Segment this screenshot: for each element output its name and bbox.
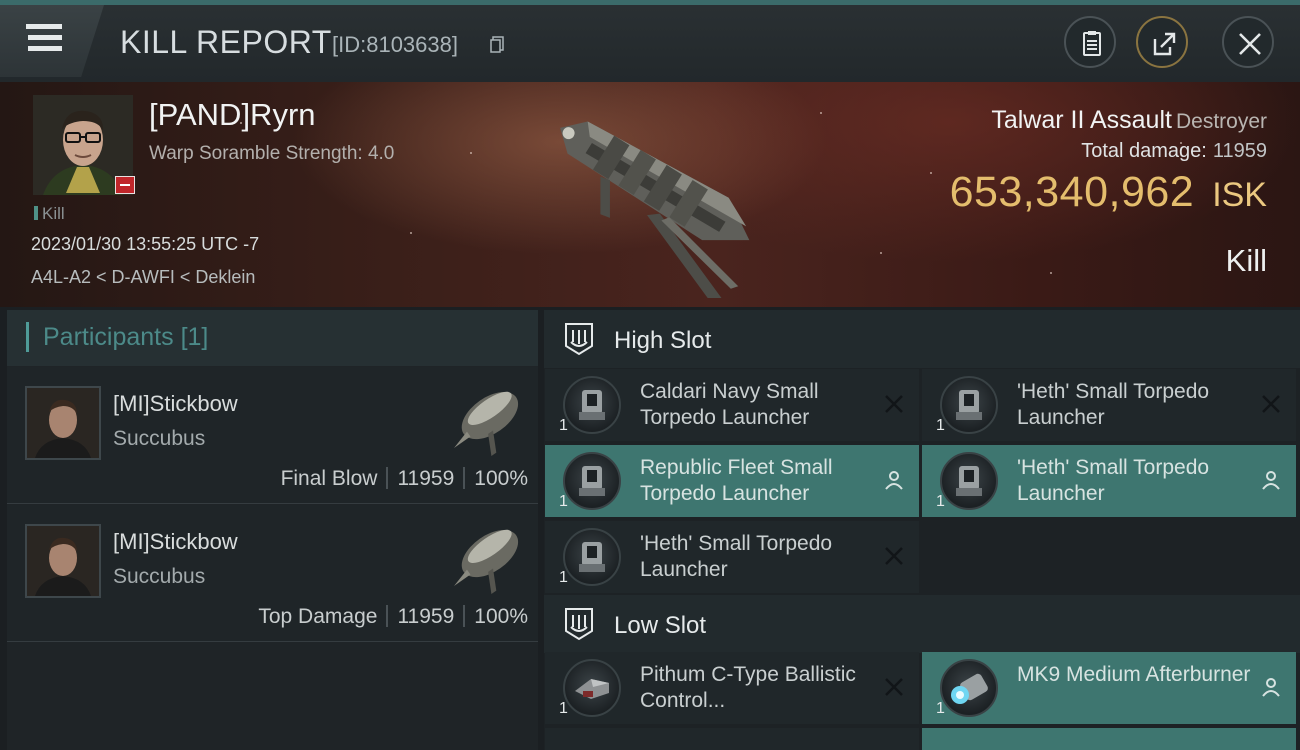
participant-name[interactable]: [MI]Stickbow: [113, 391, 238, 417]
page-title: KILL REPORT: [120, 24, 332, 60]
victim-ship-type[interactable]: Talwar II Assault Destroyer: [991, 106, 1267, 135]
isk-loss: 653,340,962 ISK: [950, 168, 1267, 217]
module-item[interactable]: 1 Caldari Navy Small Torpedo Launcher: [545, 369, 919, 441]
total-damage: Total damage: 11959: [1081, 140, 1267, 163]
module-name: MK9 Medium Afterburner: [1017, 663, 1251, 686]
total-damage-value: 11959: [1212, 140, 1267, 162]
kill-tag: Kill: [34, 204, 65, 224]
copy-icon[interactable]: [490, 36, 504, 53]
module-name: 'Heth' Small Torpedo Launcher: [1017, 456, 1210, 505]
torpedo-launcher-icon: [940, 452, 998, 510]
low-slot-icon: [565, 608, 593, 641]
destroyed-icon: [885, 395, 903, 413]
module-name: 'Heth' Small Torpedo Launcher: [640, 532, 833, 581]
module-name: Pithum C-Type Ballistic Control...: [640, 663, 856, 712]
ballistic-control-icon: [563, 659, 621, 717]
share-button[interactable]: [1136, 16, 1188, 68]
participant-ship-image[interactable]: [439, 511, 531, 603]
module-name: Caldari Navy Small Torpedo Launcher: [640, 380, 819, 429]
total-damage-label: Total damage:: [1081, 140, 1207, 162]
victim-name[interactable]: [PAND]Ryrn: [149, 97, 316, 133]
divider: [386, 467, 389, 489]
module-item[interactable]: 1 'Heth' Small Torpedo Launcher: [922, 369, 1296, 441]
participant-row[interactable]: [MI]Stickbow Succubus Top Damage 11959 100…: [7, 505, 538, 642]
module-qty: 1: [936, 417, 945, 434]
participant-damage: 11959: [397, 605, 455, 628]
participants-count: [1]: [180, 323, 209, 351]
dropped-person-icon: [885, 471, 903, 490]
module-qty: 1: [559, 700, 568, 717]
module-item[interactable]: 1 MK9 Medium Afterburner: [922, 652, 1296, 724]
divider: [463, 605, 466, 627]
module-name: 'Heth' Small Torpedo Launcher: [1017, 380, 1210, 429]
participants-title[interactable]: Participants [1]: [26, 322, 208, 352]
participant-stats: Final Blow 11959 100%: [281, 467, 528, 491]
module-item[interactable]: 1 Republic Fleet Small Torpedo Launcher: [545, 445, 919, 517]
participant-avatar: [25, 524, 101, 598]
dropped-person-icon: [1262, 678, 1280, 697]
close-button[interactable]: [1222, 16, 1274, 68]
participant-role: Final Blow: [280, 467, 378, 490]
participant-name[interactable]: [MI]Stickbow: [113, 529, 238, 555]
isk-unit: ISK: [1212, 176, 1267, 214]
module-item[interactable]: 1 'Heth' Small Torpedo Launcher: [922, 445, 1296, 517]
participant-row[interactable]: [MI]Stickbow Succubus Final Blow 11959 100…: [7, 367, 538, 504]
participant-avatar: [25, 386, 101, 460]
torpedo-launcher-icon: [940, 376, 998, 434]
participant-ship: Succubus: [113, 565, 206, 588]
module-item-partial[interactable]: [922, 728, 1296, 750]
module-item[interactable]: 1 'Heth' Small Torpedo Launcher: [545, 521, 919, 593]
module-qty: 1: [936, 493, 945, 510]
participant-ship: Succubus: [113, 427, 206, 450]
victim-subtitle: Warp Soramble Strength: 4.0: [149, 143, 395, 164]
report-id: [ID:8103638]: [332, 32, 458, 57]
kill-datetime: 2023/01/30 13:55:25 UTC -7: [31, 234, 260, 254]
victim-ship-image[interactable]: [520, 88, 790, 298]
result-label: Kill: [1225, 243, 1267, 278]
hamburger-menu-icon[interactable]: [26, 22, 62, 54]
divider: [463, 467, 466, 489]
destroyed-icon: [1262, 395, 1280, 413]
participant-role: Top Damage: [258, 605, 378, 628]
share-icon: [1153, 32, 1176, 56]
participants-title-text: Participants: [43, 323, 174, 351]
participant-percent: 100%: [474, 605, 528, 628]
high-slot-header: High Slot: [544, 310, 1300, 368]
destroyed-icon: [885, 678, 903, 696]
clipboard-icon: [1083, 31, 1101, 56]
torpedo-launcher-icon: [563, 452, 621, 510]
module-qty: 1: [559, 493, 568, 510]
isk-value: 653,340,962: [949, 168, 1195, 216]
clipboard-button[interactable]: [1064, 16, 1116, 68]
destroyed-icon: [885, 547, 903, 565]
close-icon: [1239, 33, 1261, 55]
divider: [386, 605, 389, 627]
module-item-partial[interactable]: [545, 728, 919, 750]
participant-ship-image[interactable]: [439, 373, 531, 465]
module-qty: 1: [936, 700, 945, 717]
dropped-person-icon: [1262, 471, 1280, 490]
low-slot-header: Low Slot: [544, 595, 1300, 653]
high-slot-title: High Slot: [614, 327, 712, 354]
module-qty: 1: [559, 417, 568, 434]
torpedo-launcher-icon: [563, 376, 621, 434]
torpedo-launcher-icon: [563, 528, 621, 586]
hostile-badge: [115, 176, 135, 194]
ship-name: Talwar II Assault: [991, 106, 1172, 134]
ship-class: Destroyer: [1175, 110, 1267, 133]
participant-stats: Top Damage 11959 100%: [258, 605, 528, 629]
module-item[interactable]: 1 Pithum C-Type Ballistic Control...: [545, 652, 919, 724]
participant-damage: 11959: [397, 467, 455, 490]
module-name: Republic Fleet Small Torpedo Launcher: [640, 456, 833, 505]
module-qty: 1: [559, 569, 568, 586]
afterburner-icon: [940, 659, 998, 717]
kill-location[interactable]: A4L-A2 < D-AWFI < Deklein: [31, 267, 255, 288]
participant-percent: 100%: [474, 467, 528, 490]
low-slot-title: Low Slot: [614, 612, 707, 639]
high-slot-icon: [565, 323, 593, 356]
